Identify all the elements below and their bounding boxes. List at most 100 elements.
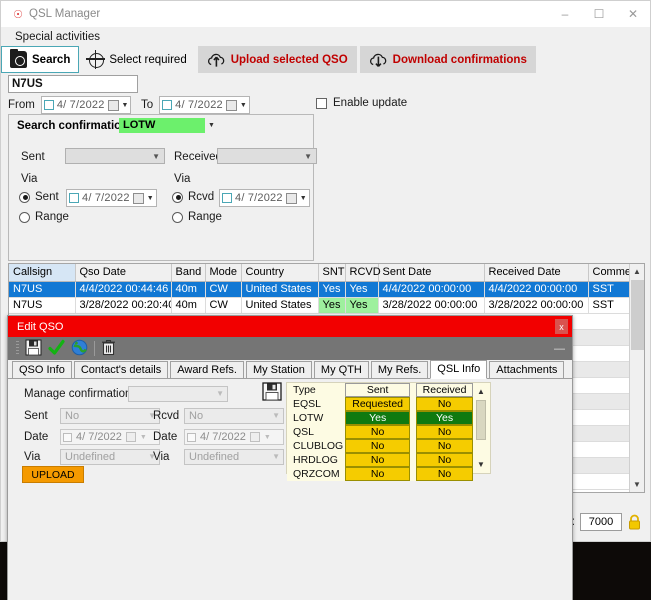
tab-qso-info[interactable]: QSO Info	[12, 361, 72, 378]
toolbar-grip[interactable]	[16, 341, 19, 356]
dialog-minimize-icon[interactable]: —	[554, 343, 565, 355]
save-confirmation-icon[interactable]	[262, 382, 282, 401]
qsl-scroll-thumb[interactable]	[476, 400, 486, 440]
menu-item-special-activities[interactable]: Special activities	[7, 29, 108, 45]
to-chevron-down-icon[interactable]: ▼	[240, 102, 247, 109]
sent-date-picker[interactable]: 4/ 7/2022 ▼	[60, 429, 160, 445]
rcvd-status-combo[interactable]: No ▼	[184, 408, 284, 424]
from-date-picker[interactable]: 4/ 7/2022 ▼	[40, 96, 132, 114]
qsl-table-scrollbar[interactable]: ▲ ▼	[474, 385, 488, 471]
sent-calendar-icon[interactable]	[132, 192, 144, 204]
qsl-received-value[interactable]: No	[416, 467, 473, 481]
qsl-row-qsl[interactable]: QSL No No	[287, 425, 473, 439]
col-rcvd[interactable]: RCVD	[345, 264, 381, 282]
enable-update-checkbox[interactable]	[316, 97, 327, 109]
manage-confirmation-combo[interactable]: ▼	[128, 386, 228, 402]
confirm-check-icon[interactable]	[48, 339, 65, 359]
qsl-sent-value[interactable]: Requested	[345, 397, 411, 411]
to-date-picker[interactable]: 4/ 7/2022 ▼	[159, 96, 250, 114]
tab-qsl-info[interactable]: QSL Info	[430, 360, 488, 379]
enable-update-row[interactable]: Enable update	[316, 97, 407, 109]
radio-sent[interactable]	[19, 191, 30, 203]
qsl-row-eqsl[interactable]: EQSL Requested No	[287, 397, 473, 411]
globe-icon[interactable]	[71, 339, 88, 359]
sent-date-checkbox[interactable]	[63, 432, 72, 442]
qsl-received-value[interactable]: No	[416, 439, 473, 453]
delete-icon[interactable]	[101, 339, 116, 359]
rcvd-date-checkbox[interactable]	[222, 193, 232, 203]
col-received-date[interactable]: Received Date	[484, 264, 589, 282]
save-icon[interactable]	[25, 339, 42, 359]
qsl-row-qrzcom[interactable]: QRZCOM No No	[287, 467, 473, 481]
qsl-sent-value[interactable]: No	[345, 439, 411, 453]
rcvd-date-checkbox[interactable]	[187, 432, 196, 442]
qsl-sent-value[interactable]: No	[345, 453, 411, 467]
qsl-received-value[interactable]: Yes	[416, 411, 473, 425]
table-row[interactable]: N7US 4/4/2022 00:44:46 40m CW United Sta…	[9, 281, 644, 298]
tab-my-refs[interactable]: My Refs.	[370, 361, 429, 378]
radio-range-right-row[interactable]: Range	[172, 211, 222, 223]
col-country[interactable]: Country	[241, 264, 319, 282]
scroll-up-icon[interactable]: ▲	[630, 264, 644, 279]
table-row[interactable]: N7US 3/28/2022 00:20:40 40m CW United St…	[9, 297, 644, 314]
radio-range-right[interactable]	[172, 211, 183, 223]
maximize-button[interactable]: ☐	[582, 1, 616, 27]
rcvd-calendar-icon[interactable]	[285, 192, 297, 204]
qsl-sent-value[interactable]: Yes	[345, 411, 411, 425]
confirmation-type-chevron-down-icon[interactable]: ▼	[208, 122, 215, 129]
via-left-combo[interactable]: Undefined ▼	[60, 449, 160, 465]
scroll-thumb[interactable]	[631, 280, 644, 350]
lock-icon[interactable]	[627, 514, 642, 531]
tab-my-station[interactable]: My Station	[245, 361, 312, 378]
upload-button[interactable]: UPLOAD	[22, 466, 84, 483]
sent-combo[interactable]: ▼	[65, 148, 165, 164]
via-right-combo[interactable]: Undefined ▼	[184, 449, 284, 465]
sent-date-checkbox[interactable]	[69, 193, 79, 203]
radio-range-left-row[interactable]: Range	[19, 211, 69, 223]
tab-award-refs[interactable]: Award Refs.	[170, 361, 244, 378]
radio-rcvd-row[interactable]: Rcvd	[172, 191, 214, 203]
minimize-button[interactable]: –	[548, 1, 582, 27]
sent-date-picker[interactable]: 4/ 7/2022 ▼	[66, 189, 157, 207]
from-chevron-down-icon[interactable]: ▼	[122, 102, 129, 109]
upload-selected-qso-button[interactable]: Upload selected QSO	[197, 46, 357, 73]
col-qso-date[interactable]: Qso Date	[75, 264, 172, 282]
col-snt[interactable]: SNT	[318, 264, 346, 282]
col-band[interactable]: Band	[171, 264, 206, 282]
rcvd-date-picker[interactable]: 4/ 7/2022 ▼	[219, 189, 310, 207]
rcvd-chevron-down-icon[interactable]: ▼	[300, 195, 307, 202]
from-date-checkbox[interactable]	[43, 100, 54, 110]
qsl-row-lotw[interactable]: LOTW Yes Yes	[287, 411, 473, 425]
sent-chevron-down-icon[interactable]: ▼	[147, 195, 154, 202]
frequency-input[interactable]: 7000	[580, 513, 622, 531]
tab-attachments[interactable]: Attachments	[489, 361, 565, 378]
qsl-sent-value[interactable]: No	[345, 425, 411, 439]
radio-sent-row[interactable]: Sent	[19, 191, 59, 203]
close-button[interactable]: ✕	[616, 1, 650, 27]
sent-calendar-icon[interactable]	[125, 432, 136, 442]
confirmation-type-combo[interactable]: LOTW	[119, 118, 205, 133]
received-combo[interactable]: ▼	[217, 148, 317, 164]
qsl-received-value[interactable]: No	[416, 397, 473, 411]
rcvd-calendar-icon[interactable]	[249, 432, 260, 442]
search-button[interactable]: Search	[1, 46, 80, 73]
qsl-received-value[interactable]: No	[416, 453, 473, 467]
radio-range-left[interactable]	[19, 211, 30, 223]
radio-rcvd[interactable]	[172, 191, 183, 203]
rcvd-date-picker[interactable]: 4/ 7/2022 ▼	[184, 429, 284, 445]
qsl-row-hrdlog[interactable]: HRDLOG No No	[287, 453, 473, 467]
to-date-checkbox[interactable]	[162, 100, 173, 110]
qsl-scroll-up-icon[interactable]: ▲	[474, 385, 488, 398]
callsign-search-input[interactable]	[8, 75, 138, 93]
tab-my-qth[interactable]: My QTH	[313, 361, 369, 378]
qsl-received-value[interactable]: No	[416, 425, 473, 439]
scroll-down-icon[interactable]: ▼	[630, 477, 644, 492]
grid-vertical-scrollbar[interactable]: ▲ ▼	[629, 264, 644, 492]
qsl-row-clublog[interactable]: CLUBLOG No No	[287, 439, 473, 453]
tab-contacts-details[interactable]: Contact's details	[73, 361, 169, 378]
download-confirmations-button[interactable]: Download confirmations	[359, 46, 536, 73]
sent-status-combo[interactable]: No ▼	[60, 408, 160, 424]
rcvd-date-chevron-down-icon[interactable]: ▼	[264, 434, 271, 441]
select-required-button[interactable]: Select required	[79, 46, 195, 73]
col-callsign[interactable]: Callsign	[9, 264, 76, 282]
